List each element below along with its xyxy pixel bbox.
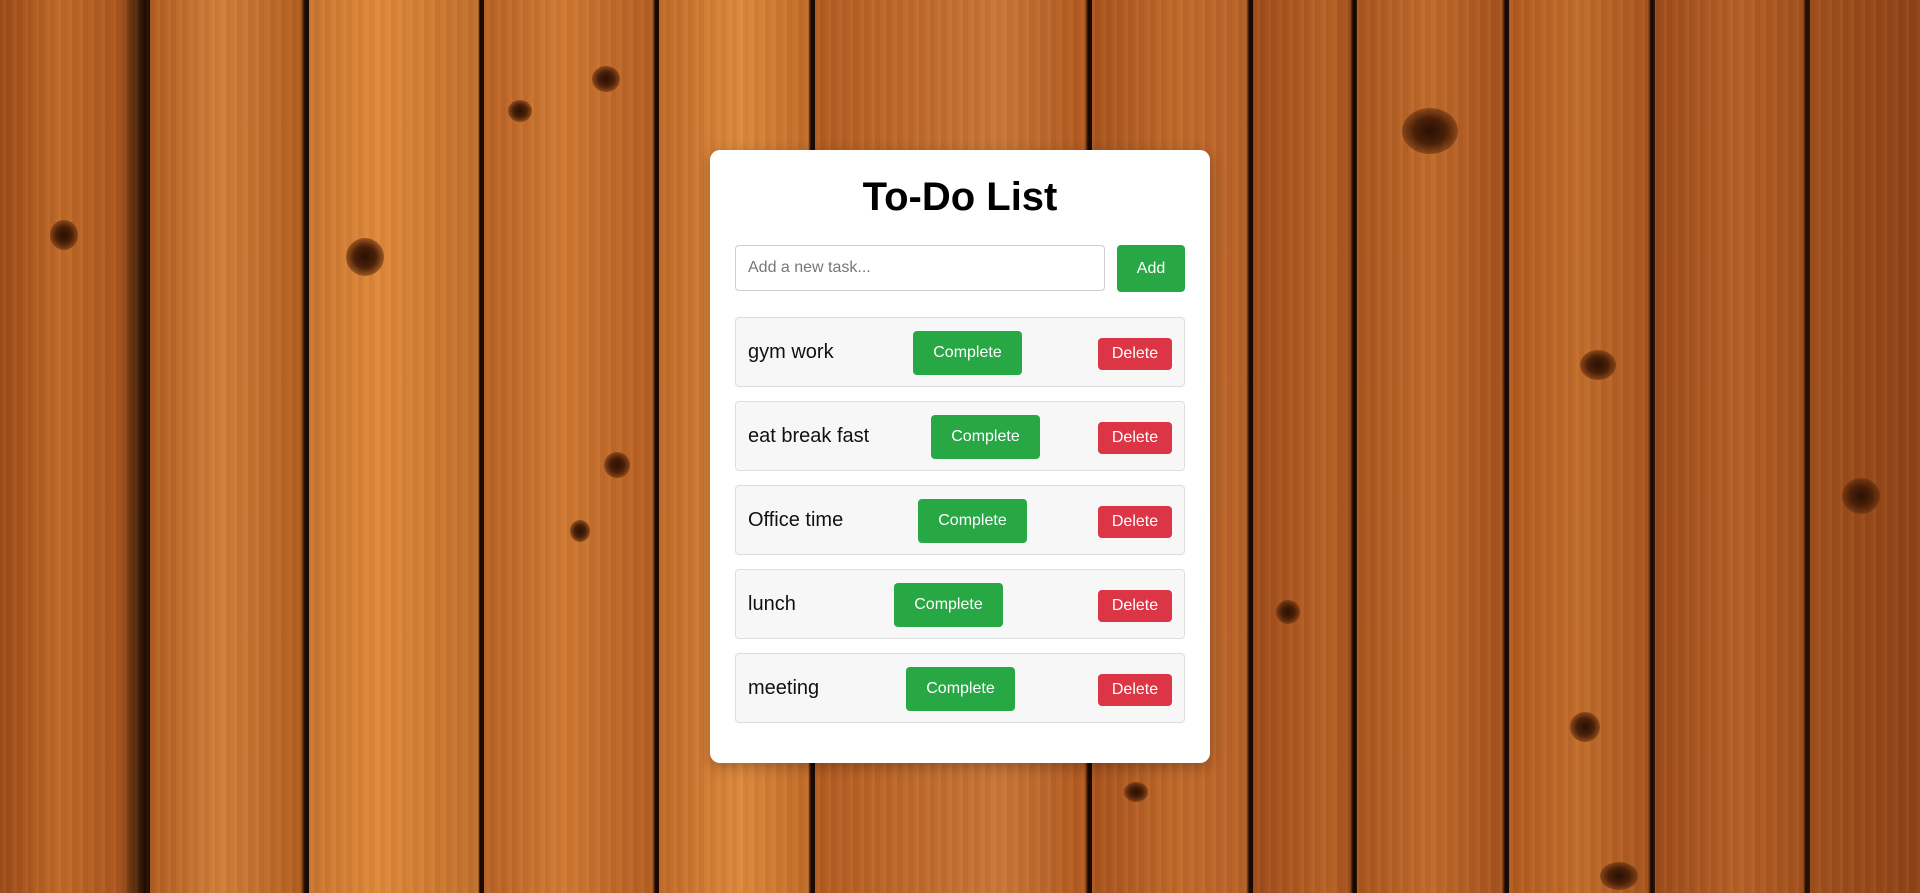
delete-button[interactable]: Delete (1098, 422, 1172, 454)
wood-knot (1570, 712, 1600, 742)
complete-button[interactable]: Complete (931, 415, 1040, 459)
wood-knot (1124, 782, 1148, 802)
todo-card: To-Do List Add gym work Complete Delete … (710, 150, 1210, 763)
wood-knot (570, 520, 590, 542)
page-title: To-Do List (862, 175, 1058, 219)
add-button[interactable]: Add (1117, 245, 1185, 292)
task-item: lunch Complete Delete (735, 569, 1185, 639)
task-text: gym work (748, 341, 834, 363)
delete-button[interactable]: Delete (1098, 338, 1172, 370)
task-item: eat break fast Complete Delete (735, 401, 1185, 471)
task-text: meeting (748, 677, 820, 699)
wood-knot (1600, 862, 1638, 890)
task-list: gym work Complete Delete eat break fast … (735, 317, 1185, 737)
wood-knot (1580, 350, 1616, 380)
task-item: meeting Complete Delete (735, 653, 1185, 723)
delete-button[interactable]: Delete (1098, 506, 1172, 538)
task-item: gym work Complete Delete (735, 317, 1185, 387)
wood-knot (1402, 108, 1458, 154)
complete-button[interactable]: Complete (906, 667, 1015, 711)
wood-knot (604, 452, 630, 478)
complete-button[interactable]: Complete (894, 583, 1003, 627)
task-text: lunch (748, 593, 796, 615)
wood-knot (1842, 478, 1880, 514)
new-task-input[interactable] (735, 245, 1105, 291)
wood-knot (508, 100, 532, 122)
wood-knot (1276, 600, 1300, 624)
task-item: Office time Complete Delete (735, 485, 1185, 555)
complete-button[interactable]: Complete (918, 499, 1027, 543)
delete-button[interactable]: Delete (1098, 590, 1172, 622)
task-text: Office time (748, 509, 844, 531)
wood-knot (592, 66, 620, 92)
task-text: eat break fast (748, 425, 870, 447)
complete-button[interactable]: Complete (913, 331, 1022, 375)
delete-button[interactable]: Delete (1098, 674, 1172, 706)
wood-knot (346, 238, 384, 276)
wood-knot (50, 220, 78, 250)
